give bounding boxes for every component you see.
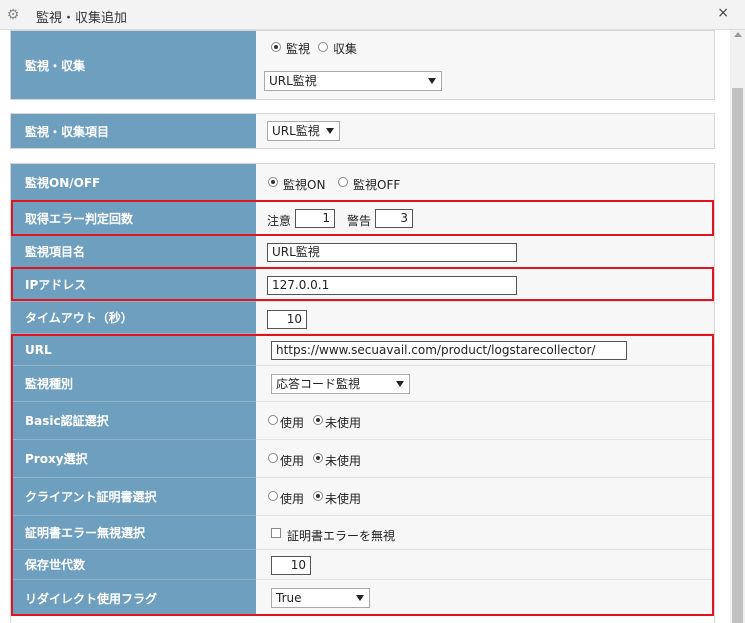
monitor-item-label: 監視・収集項目: [11, 114, 256, 148]
scrollbar-thumb[interactable]: [732, 88, 743, 623]
monitor-collect-group: 監視・収集 監視 収集 URL監視: [10, 30, 715, 100]
monitor-detail-group: 監視ON/OFF 監視ON 監視OFF 取得エラー判定回数 注意 1 警告 3 …: [10, 163, 715, 623]
redirect-select-value: True: [276, 591, 302, 605]
scroll-up-icon[interactable]: [734, 32, 742, 37]
monitor-item-select[interactable]: URL監視: [267, 121, 340, 141]
window-title: 監視・収集追加: [36, 11, 128, 26]
proxy-label: Proxy選択: [11, 440, 256, 478]
cert-error-checkbox-label: 証明書エラーを無視: [287, 529, 396, 543]
item-name-input[interactable]: URL監視: [267, 243, 517, 262]
error-count-row: 取得エラー判定回数 注意 1 警告 3: [11, 202, 714, 236]
ip-label: IPアドレス: [11, 268, 256, 302]
radio-cert-unused[interactable]: [313, 491, 323, 501]
radio-monitor-on[interactable]: [268, 177, 278, 187]
redirect-label: リダイレクト使用フラグ: [11, 580, 256, 616]
client-cert-row: クライアント証明書選択 使用 未使用: [11, 478, 714, 516]
url-label: URL: [11, 334, 256, 366]
window-titlebar: ⚙ 監視・収集追加 ×: [0, 0, 745, 30]
timeout-row: タイムアウト（秒） 10: [11, 302, 714, 334]
radio-monitor-off[interactable]: [338, 177, 348, 187]
form-content: 監視・収集 監視 収集 URL監視 監視・収集項目 URL監視 監視ON/OFF…: [0, 30, 730, 623]
monitor-collect-label: 監視・収集: [11, 31, 256, 99]
monitor-item-select-value: URL監視: [272, 124, 320, 138]
radio-proxy-unused[interactable]: [313, 453, 323, 463]
generations-label: 保存世代数: [11, 550, 256, 580]
radio-cert-use[interactable]: [268, 491, 278, 501]
radio-proxy-use-label: 使用: [280, 454, 305, 468]
radio-collect-label: 収集: [333, 42, 358, 56]
generations-input[interactable]: 10: [271, 556, 311, 575]
close-icon[interactable]: ×: [717, 5, 729, 21]
monitor-item-group: 監視・収集項目 URL監視: [10, 113, 715, 149]
radio-proxy-unused-label: 未使用: [325, 454, 362, 468]
timeout-input[interactable]: 10: [267, 310, 307, 329]
gear-icon[interactable]: ⚙: [5, 7, 21, 23]
monitor-kind-select[interactable]: 応答コード監視: [271, 374, 410, 394]
radio-collect[interactable]: [318, 42, 328, 52]
item-name-label: 監視項目名: [11, 236, 256, 268]
monitor-item-row: 監視・収集項目 URL監視: [11, 114, 714, 148]
timeout-label: タイムアウト（秒）: [11, 302, 256, 334]
chevron-down-icon: [396, 381, 404, 387]
url-input[interactable]: https://www.secuavail.com/product/logsta…: [271, 341, 627, 360]
chevron-down-icon: [428, 78, 436, 84]
client-cert-label: クライアント証明書選択: [11, 478, 256, 516]
radio-monitor-on-label: 監視ON: [283, 178, 326, 192]
cert-error-row: 証明書エラー無視選択 証明書エラーを無視: [11, 516, 714, 550]
monitor-kind-select-value: 応答コード監視: [276, 377, 361, 391]
radio-cert-unused-label: 未使用: [325, 492, 362, 506]
proxy-row: Proxy選択 使用 未使用: [11, 440, 714, 478]
monitor-type-row: 監視種別 応答コード監視: [11, 366, 714, 402]
generations-row: 保存世代数 10: [11, 550, 714, 580]
radio-basic-unused[interactable]: [313, 415, 323, 425]
warning-label: 警告: [347, 214, 372, 228]
item-name-row: 監視項目名 URL監視: [11, 236, 714, 268]
monitor-collect-value: 監視 収集 URL監視: [256, 31, 714, 99]
radio-cert-use-label: 使用: [280, 492, 305, 506]
radio-basic-unused-label: 未使用: [325, 416, 362, 430]
onoff-label: 監視ON/OFF: [11, 164, 256, 202]
monitor-type-label: 監視種別: [11, 366, 256, 402]
monitor-item-value: URL監視: [256, 114, 714, 148]
chevron-down-icon: [326, 128, 334, 134]
radio-monitor-label: 監視: [286, 42, 311, 56]
radio-basic-use-label: 使用: [280, 416, 305, 430]
redirect-select[interactable]: True: [271, 588, 370, 608]
onoff-row: 監視ON/OFF 監視ON 監視OFF: [11, 164, 714, 202]
basic-auth-label: Basic認証選択: [11, 402, 256, 440]
radio-monitor[interactable]: [271, 42, 281, 52]
error-count-label: 取得エラー判定回数: [11, 202, 256, 236]
ip-row: IPアドレス 127.0.0.1: [11, 268, 714, 302]
warning-input[interactable]: 3: [375, 209, 413, 228]
monitor-collect-row: 監視・収集 監視 収集 URL監視: [11, 31, 714, 99]
caution-label: 注意: [267, 214, 292, 228]
cert-error-label: 証明書エラー無視選択: [11, 516, 256, 550]
monitor-type-select[interactable]: URL監視: [264, 71, 442, 91]
url-row: URL https://www.secuavail.com/product/lo…: [11, 334, 714, 366]
ip-input[interactable]: 127.0.0.1: [267, 276, 517, 295]
radio-basic-use[interactable]: [268, 415, 278, 425]
chevron-down-icon: [356, 595, 364, 601]
redirect-row: リダイレクト使用フラグ True: [11, 580, 714, 616]
scrollbar[interactable]: [730, 30, 745, 623]
cert-error-checkbox[interactable]: [271, 528, 281, 538]
radio-monitor-off-label: 監視OFF: [353, 178, 401, 192]
radio-proxy-use[interactable]: [268, 453, 278, 463]
caution-input[interactable]: 1: [295, 209, 335, 228]
basic-auth-row: Basic認証選択 使用 未使用: [11, 402, 714, 440]
monitor-type-select-value: URL監視: [269, 74, 317, 88]
